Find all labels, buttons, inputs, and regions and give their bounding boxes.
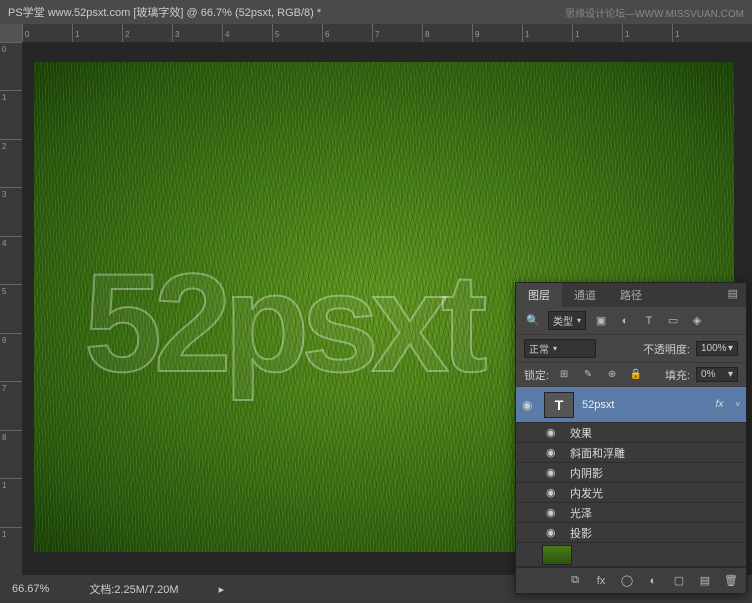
filter-pixel-icon[interactable]: ▣ — [592, 313, 610, 329]
link-layers-icon[interactable]: ⧉ — [566, 573, 584, 589]
tab-paths[interactable]: 路径 — [608, 283, 654, 307]
effect-inner-shadow[interactable]: ◉ 内阴影 — [516, 463, 746, 483]
effect-drop-shadow[interactable]: ◉ 投影 — [516, 523, 746, 543]
panel-tabs: 图层 通道 路径 ▤ — [516, 283, 746, 307]
panel-menu-icon[interactable]: ▤ — [720, 283, 746, 307]
blend-row: 正常 不透明度: 100%▾ — [516, 335, 746, 363]
kind-select[interactable]: 类型 — [548, 311, 586, 330]
lock-position-icon[interactable]: ⊕ — [603, 367, 621, 383]
new-layer-icon[interactable]: ▤ — [696, 573, 714, 589]
filter-adjust-icon[interactable]: ◐ — [616, 313, 634, 329]
panel-footer: ⧉ fx ◯ ◐ ▢ ▤ 🗑 — [516, 567, 746, 593]
lock-brush-icon[interactable]: ✎ — [579, 367, 597, 383]
watermark: 思缘设计论坛—WWW.MISSVUAN.COM — [565, 5, 744, 20]
layer-52psxt[interactable]: ◉ T 52psxt fx ˅ — [516, 387, 746, 423]
mask-icon[interactable]: ◯ — [618, 573, 636, 589]
layer-thumbnail[interactable]: T — [544, 392, 574, 418]
status-arrow[interactable]: ▸ — [219, 583, 225, 596]
ruler-vertical[interactable]: 01234567811 — [0, 42, 22, 575]
fill-label: 填充: — [665, 367, 690, 383]
layer-background-partial[interactable] — [516, 543, 746, 567]
filter-row: 🔍 类型 ▣ ◐ T ▭ ◈ — [516, 307, 746, 335]
opacity-input[interactable]: 100%▾ — [696, 341, 738, 356]
fx-icon[interactable]: fx — [592, 573, 610, 589]
trash-icon[interactable]: 🗑 — [722, 573, 740, 589]
adjustment-icon[interactable]: ◐ — [644, 573, 662, 589]
lock-row: 锁定: ⊞ ✎ ⊕ 🔒 填充: 0%▾ — [516, 363, 746, 387]
glass-text-effect: 52psxt — [84, 242, 480, 404]
fx-badge[interactable]: fx — [716, 399, 728, 410]
opacity-label: 不透明度: — [643, 341, 690, 357]
blend-mode-select[interactable]: 正常 — [524, 339, 596, 358]
visibility-eye-icon[interactable]: ◉ — [546, 526, 560, 539]
effect-inner-glow[interactable]: ◉ 内发光 — [516, 483, 746, 503]
visibility-eye-icon[interactable]: ◉ — [546, 506, 560, 519]
filter-smart-icon[interactable]: ◈ — [688, 313, 706, 329]
lock-label: 锁定: — [524, 367, 549, 383]
title-bar: PS学堂 www.52psxt.com [玻璃字效] @ 66.7% (52ps… — [0, 0, 752, 24]
ruler-horizontal[interactable]: 01234567891111 — [22, 24, 752, 42]
filter-text-icon[interactable]: T — [640, 313, 658, 329]
lock-transparent-icon[interactable]: ⊞ — [555, 367, 573, 383]
effect-bevel[interactable]: ◉ 斜面和浮雕 — [516, 443, 746, 463]
group-icon[interactable]: ▢ — [670, 573, 688, 589]
document-title: PS学堂 www.52psxt.com [玻璃字效] @ 66.7% (52ps… — [8, 4, 565, 20]
filter-shape-icon[interactable]: ▭ — [664, 313, 682, 329]
lock-all-icon[interactable]: 🔒 — [627, 367, 645, 383]
layer-thumbnail — [542, 545, 572, 565]
layer-name[interactable]: 52psxt — [582, 399, 708, 411]
zoom-level[interactable]: 66.67% — [12, 583, 49, 595]
effects-header[interactable]: ◉ 效果 — [516, 423, 746, 443]
doc-info[interactable]: 文档:2.25M/7.20M — [89, 581, 178, 597]
visibility-eye-icon[interactable]: ◉ — [546, 446, 560, 459]
fx-collapse-icon[interactable]: ˅ — [735, 400, 740, 409]
visibility-eye-icon[interactable]: ◉ — [522, 398, 536, 412]
tab-channels[interactable]: 通道 — [562, 283, 608, 307]
search-icon[interactable]: 🔍 — [524, 313, 542, 329]
layers-panel[interactable]: 图层 通道 路径 ▤ 🔍 类型 ▣ ◐ T ▭ ◈ 正常 不透明度: 100%▾… — [515, 282, 747, 594]
visibility-eye-icon[interactable]: ◉ — [546, 426, 560, 439]
effect-satin[interactable]: ◉ 光泽 — [516, 503, 746, 523]
visibility-eye-icon[interactable]: ◉ — [546, 466, 560, 479]
tab-layers[interactable]: 图层 — [516, 283, 562, 307]
layer-list: ◉ T 52psxt fx ˅ ◉ 效果 ◉ 斜面和浮雕 ◉ 内阴影 ◉ 内发光… — [516, 387, 746, 567]
fill-input[interactable]: 0%▾ — [696, 367, 738, 382]
visibility-eye-icon[interactable]: ◉ — [546, 486, 560, 499]
